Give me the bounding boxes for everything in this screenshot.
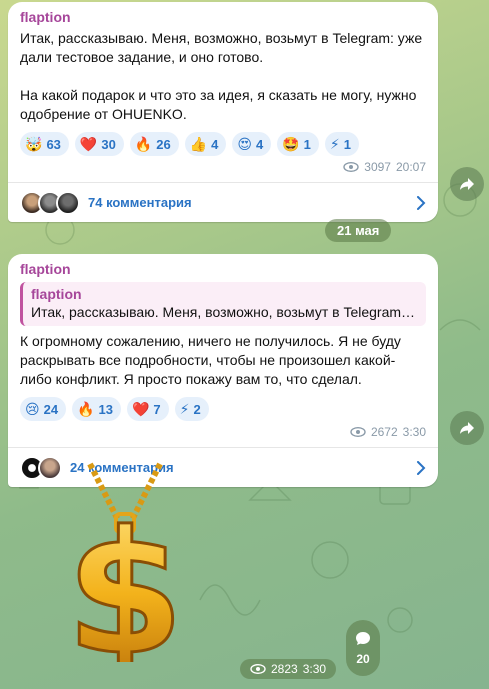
share-icon [460,178,474,190]
reaction-count: 26 [156,136,171,152]
reaction-count: 2 [193,401,201,417]
share-icon [460,422,474,434]
reaction-emoji: 😍 [237,136,252,152]
reaction-count: 24 [43,401,59,417]
reaction-chip[interactable]: 😢 24 [20,397,67,421]
message-text: К огромному сожалению, ничего не получил… [20,333,405,387]
quote-text: Итак, рассказываю. Меня, возможно, возьм… [31,304,418,320]
reaction-count: 7 [153,401,161,417]
reaction-count: 63 [46,136,61,152]
reaction-emoji: ❤️ [79,136,98,152]
commenter-avatars [20,190,80,215]
views-icon [350,427,366,437]
reaction-chip[interactable]: ⚡ 2 [174,397,209,421]
message-time: 3:30 [302,662,327,676]
reaction-count: 30 [101,136,116,152]
comments-count: 20 [356,651,370,666]
reaction-emoji: ⚡ [179,401,190,417]
sender-name[interactable]: flaption [20,260,426,278]
reaction-chip[interactable]: 🔥 13 [72,397,121,421]
message-post-1[interactable]: flaption Итак, рассказываю. Меня, возмож… [8,2,438,222]
reaction-chip[interactable]: 🤯 63 [20,132,69,156]
reaction-chip[interactable]: ❤️ 30 [74,132,124,156]
chevron-right-icon [417,195,426,210]
reactions-bar: 🤯 63 ❤️ 30 🔥 26 👍 4 😍 4 🤩 1 ⚡ 1 [20,132,426,156]
reaction-emoji: 🔥 [134,136,153,152]
message-meta: 3097 20:07 [20,158,426,176]
date-separator: 21 мая [325,219,392,242]
reaction-emoji: 👍 [189,136,208,152]
reaction-emoji: 🤩 [282,136,300,152]
avatar [56,190,80,215]
sticker-meta: 2823 3:30 [240,659,337,679]
reaction-emoji: ⚡ [329,136,340,152]
views-icon [250,664,266,674]
reaction-emoji: 🤯 [25,136,43,152]
views-icon [343,162,359,172]
reaction-chip[interactable]: 🤩 1 [277,132,319,156]
sticker-comments-button[interactable]: 20 [346,620,380,676]
share-button[interactable] [450,167,484,201]
quote-sender: flaption [31,286,82,302]
reaction-chip[interactable]: ⚡ 1 [324,132,359,156]
reaction-emoji: 😢 [25,401,40,417]
message-text: Итак, рассказываю. Меня, возможно, возьм… [20,30,423,122]
views-count: 2823 [271,662,298,676]
comments-count-label[interactable]: 74 комментария [88,195,416,210]
message-time: 3:30 [402,425,426,439]
reaction-chip[interactable]: 🔥 26 [129,132,179,156]
reaction-chip[interactable]: ❤️ 7 [126,397,169,421]
views-count: 2672 [370,425,398,439]
reaction-emoji: 🔥 [77,401,95,417]
chevron-right-icon [417,460,426,475]
message-post-2[interactable]: flaption flaption Итак, рассказываю. Мен… [8,254,438,487]
reaction-count: 1 [343,136,351,152]
reaction-count: 1 [303,136,311,152]
message-time: 20:07 [395,160,426,174]
reaction-chip[interactable]: 😍 4 [232,132,272,156]
reply-quote[interactable]: flaption Итак, рассказываю. Меня, возмож… [20,282,426,326]
reaction-count: 13 [98,401,113,417]
share-button[interactable] [450,411,484,445]
views-count: 3097 [364,160,391,174]
reaction-count: 4 [211,136,219,152]
reaction-count: 4 [256,136,264,152]
comments-button[interactable]: 74 комментария [8,182,438,222]
reaction-emoji: ❤️ [131,401,150,417]
dollar-chain-sticker[interactable]: $ [48,462,198,662]
reactions-bar: 😢 24 🔥 13 ❤️ 7 ⚡ 2 [20,397,426,421]
dollar-symbol: $ [66,495,184,662]
message-meta: 2672 3:30 [20,423,426,441]
comment-bubble-icon [356,631,370,645]
sender-name[interactable]: flaption [20,8,426,26]
reaction-chip[interactable]: 👍 4 [184,132,227,156]
